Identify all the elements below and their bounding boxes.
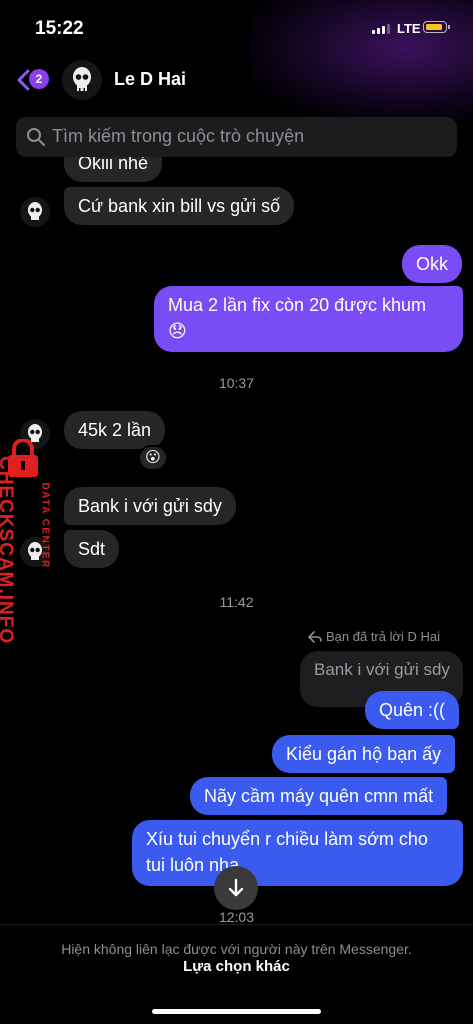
message-text: Xíu tui chuyển r chiều làm sớm cho [146, 829, 428, 849]
message-text: Sdt [78, 539, 106, 559]
skull-avatar-icon [28, 202, 42, 220]
message-bubble-incoming[interactable]: 45k 2 lần [64, 411, 166, 449]
battery-icon [423, 21, 450, 33]
message-text: Kiểu gán hộ bạn ấy [286, 744, 442, 764]
checkscam-watermark: CHECKSCAM.INFO DATA CENTER [0, 435, 51, 665]
signal-icon [372, 24, 390, 34]
message-text: Nãy cầm máy quên cmn mất [204, 786, 434, 806]
skull-avatar-icon [62, 60, 102, 100]
timestamp: 11:42 [219, 594, 254, 610]
message-bubble-incoming[interactable]: Cứ bank xin bill vs gửi số [64, 187, 295, 225]
contact-avatar[interactable] [62, 60, 102, 100]
watermark-subtext: DATA CENTER [39, 482, 51, 569]
status-time: 15:22 [35, 18, 84, 39]
message-text: Mua 2 lần fix còn 20 được khum [168, 295, 426, 315]
header-glow [250, 0, 473, 120]
timestamp: 12:03 [218, 909, 255, 925]
message-text: Bank i với gửi sdy [78, 496, 222, 516]
message-bubble-outgoing[interactable]: Mua 2 lần fix còn 20 được khum 😞 [154, 286, 463, 352]
search-placeholder: Tìm kiếm trong cuộc trò chuyện [52, 126, 305, 146]
message-bubble-incoming[interactable]: Bank i với gửi sdy [64, 487, 236, 525]
scroll-down-button[interactable] [214, 866, 258, 910]
message-text: Cứ bank xin bill vs gửi số [78, 196, 281, 216]
message-bubble-outgoing[interactable]: Nãy cầm máy quên cmn mất [190, 777, 448, 815]
message-bubble-outgoing[interactable]: Xíu tui chuyển r chiều làm sớm cho tui l… [132, 820, 463, 886]
network-label: LTE [397, 21, 421, 36]
reply-arrow-icon [308, 630, 322, 643]
message-bubble-outgoing[interactable]: Kiểu gán hộ bạn ấy [272, 735, 456, 773]
unread-badge[interactable]: 2 [29, 69, 49, 89]
footer-notice: Hiện không liên lạc được với người này t… [61, 941, 412, 957]
emoji-sad: 😞 [168, 321, 187, 341]
message-bubble-incoming[interactable]: Sdt [64, 530, 120, 568]
message-text: tui luôn nha [146, 855, 240, 875]
home-indicator[interactable] [152, 1009, 321, 1014]
footer-divider [0, 924, 473, 925]
other-options-link[interactable]: Lựa chọn khác [0, 958, 473, 975]
message-bubble-outgoing[interactable]: Okk [402, 245, 463, 283]
search-icon [27, 128, 45, 146]
sender-avatar[interactable] [20, 197, 50, 227]
message-reaction[interactable]: 😮 [138, 445, 168, 471]
quoted-text: Bank i với gửi sdy [314, 660, 450, 679]
search-input[interactable]: Tìm kiếm trong cuộc trò chuyện [16, 117, 457, 157]
contact-name[interactable]: Le D Hai [114, 69, 186, 90]
reply-label-text: Bạn đã trả lời D Hai [326, 629, 441, 644]
message-text: 45k 2 lần [78, 420, 152, 440]
reply-label: Bạn đã trả lời D Hai [308, 629, 440, 644]
arrow-down-icon [228, 878, 244, 897]
message-text: Quên :(( [379, 700, 446, 720]
message-text: Okk [416, 254, 449, 274]
timestamp: 10:37 [218, 375, 255, 391]
watermark-text: CHECKSCAM.INFO [0, 456, 16, 645]
message-bubble-outgoing[interactable]: Quên :(( [365, 691, 460, 729]
